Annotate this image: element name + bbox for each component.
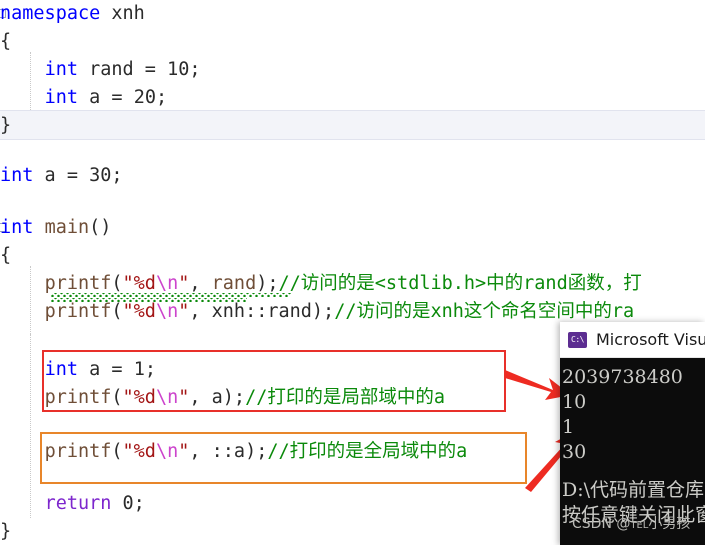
console-output-area[interactable]: 203973848010130 D:\代码前置仓库 按任意键关闭此窗 CSDN … <box>560 358 705 545</box>
code-token-plain <box>111 493 122 514</box>
code-token-plain: 30 <box>89 165 111 186</box>
code-token-plain: a = <box>33 165 89 186</box>
console-output-lines: 203973848010130 <box>561 365 705 465</box>
code-token-kw: namespace <box>0 3 100 24</box>
code-token-plain <box>33 217 44 238</box>
code-token-fn: main <box>45 217 90 238</box>
brace-match-highlight <box>0 110 705 140</box>
code-token-punct: ); <box>312 301 334 322</box>
code-token-punct: ); <box>256 273 278 294</box>
console-output-line: 1 <box>561 415 705 440</box>
code-line[interactable]: { <box>0 242 11 270</box>
code-token-plain <box>0 441 45 462</box>
code-token-cmt: //访问的是<stdlib.h>中的rand函数，打 <box>279 273 642 294</box>
code-token-kw: int <box>45 59 78 80</box>
csdn-watermark: CSDN @TEL小男孩 <box>572 513 690 533</box>
console-window[interactable]: C:\ Microsoft Visua 203973848010130 D:\代… <box>560 322 705 545</box>
console-output-line: 10 <box>561 390 705 415</box>
code-token-str: "%d <box>123 301 156 322</box>
code-token-plain <box>0 87 45 108</box>
code-token-plain <box>100 3 111 24</box>
code-token-punct: , <box>189 273 211 294</box>
code-token-kw: int <box>0 217 33 238</box>
console-titlebar[interactable]: C:\ Microsoft Visua <box>560 322 705 358</box>
code-token-plain: xnh::rand <box>212 301 312 322</box>
global-scope-highlight-box <box>40 432 527 484</box>
code-token-punct: } <box>0 521 11 542</box>
code-token-fn: printf <box>45 273 112 294</box>
code-token-punct: } <box>0 115 11 136</box>
code-line[interactable]: int a = 30; <box>0 162 123 190</box>
code-token-punct: ; <box>156 87 167 108</box>
squiggle-underline <box>51 298 247 302</box>
watermark-tel: TEL <box>630 520 648 531</box>
squiggle-underline <box>51 293 291 297</box>
console-output-line: 2039738480 <box>561 365 705 390</box>
code-token-str: "%d <box>123 273 156 294</box>
code-token-cmt: //访问的是xnh这个命名空间中的ra <box>334 301 634 322</box>
console-blank-line <box>561 465 705 478</box>
code-token-esc: \n <box>156 273 178 294</box>
code-line[interactable]: { <box>0 28 11 56</box>
code-line[interactable]: int a = 20; <box>0 84 167 112</box>
code-token-punct: ( <box>111 301 122 322</box>
console-window-icon: C:\ <box>568 332 587 348</box>
code-token-punct: ; <box>111 165 122 186</box>
code-token-fn: printf <box>45 301 112 322</box>
code-token-str: " <box>178 273 189 294</box>
code-token-plain: 20 <box>134 87 156 108</box>
code-token-punct: ( <box>111 273 122 294</box>
console-path-line: D:\代码前置仓库 <box>561 478 705 503</box>
code-line[interactable]: return 0; <box>0 490 145 518</box>
code-token-plain: rand = <box>78 59 167 80</box>
watermark-prefix: CSDN @ <box>572 516 630 532</box>
code-token-kw2: return <box>45 493 112 514</box>
code-line[interactable]: int main() <box>0 214 111 242</box>
watermark-name: 小男孩 <box>648 516 690 532</box>
console-output-line: 30 <box>561 440 705 465</box>
screenshot-root: namespace xnh{ int rand = 10; int a = 20… <box>0 0 705 545</box>
code-token-punct: () <box>89 217 111 238</box>
code-token-fn: rand <box>212 273 257 294</box>
code-line[interactable]: int rand = 10; <box>0 56 201 84</box>
console-icon-glyph: C:\ <box>571 336 584 344</box>
code-token-punct: { <box>0 31 11 52</box>
code-token-plain <box>0 273 45 294</box>
code-token-plain <box>0 359 45 380</box>
code-token-plain: 0 <box>123 493 134 514</box>
code-token-plain: a = <box>78 87 134 108</box>
code-line[interactable]: } <box>0 112 11 140</box>
local-scope-highlight-box <box>42 350 506 412</box>
code-token-plain <box>0 301 45 322</box>
code-token-esc: \n <box>156 301 178 322</box>
code-token-plain <box>0 493 45 514</box>
code-token-plain: xnh <box>111 3 144 24</box>
code-token-punct: ; <box>134 493 145 514</box>
code-token-plain: 10 <box>167 59 189 80</box>
code-line[interactable]: } <box>0 518 11 545</box>
code-token-punct: ; <box>189 59 200 80</box>
code-token-punct: , <box>189 301 211 322</box>
code-token-plain <box>0 59 45 80</box>
code-line[interactable]: printf("%d\n", xnh::rand);//访问的是xnh这个命名空… <box>0 298 634 326</box>
code-token-kw: int <box>45 87 78 108</box>
code-token-punct: { <box>0 245 11 266</box>
code-line[interactable]: namespace xnh <box>0 0 145 28</box>
code-token-plain <box>0 387 45 408</box>
code-token-kw: int <box>0 165 33 186</box>
code-token-str: " <box>178 301 189 322</box>
console-title-text: Microsoft Visua <box>596 330 705 349</box>
